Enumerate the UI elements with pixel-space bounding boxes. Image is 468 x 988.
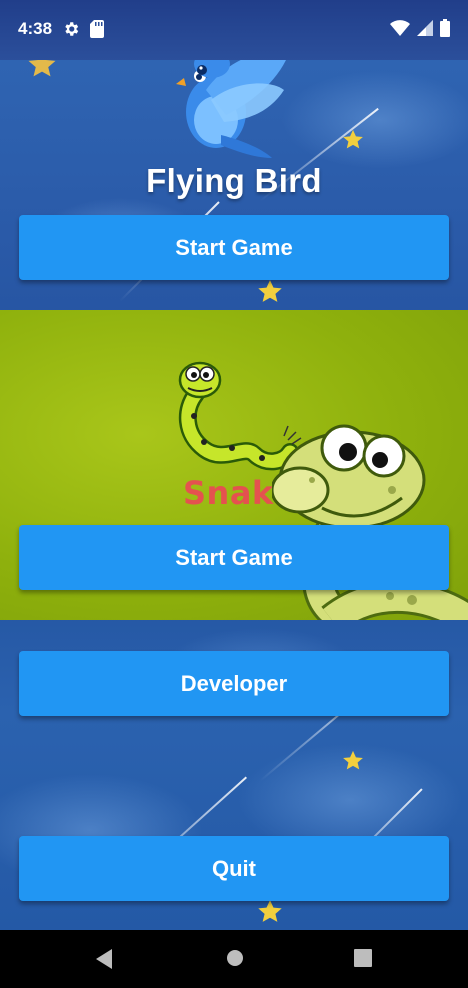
developer-button[interactable]: Developer: [19, 651, 449, 716]
start-snake-label: Start Game: [175, 544, 293, 570]
wifi-icon: [390, 20, 410, 36]
battery-icon: [440, 19, 450, 37]
star-icon: [258, 280, 282, 302]
status-right-icons: [390, 19, 450, 37]
star-icon: [258, 900, 282, 922]
status-bar: 4:38: [0, 0, 468, 60]
start-flying-bird-button[interactable]: Start Game: [19, 215, 449, 280]
developer-label: Developer: [180, 670, 288, 696]
start-flying-bird-label: Start Game: [175, 234, 293, 260]
quit-button[interactable]: Quit: [19, 836, 449, 901]
start-snake-button[interactable]: Start Game: [19, 525, 449, 590]
star-icon: [343, 750, 363, 770]
gear-icon: [65, 22, 79, 36]
large-snake-icon: [272, 424, 468, 620]
star-icon: [343, 129, 363, 149]
quit-label: Quit: [212, 855, 256, 881]
signal-icon: [417, 20, 433, 36]
status-left-icons: [62, 20, 104, 38]
status-time: 4:38: [18, 19, 53, 38]
navigation-bar: [0, 930, 468, 988]
app-title: Flying Bird: [146, 162, 322, 199]
sd-card-icon: [90, 20, 104, 38]
home-icon[interactable]: [225, 948, 245, 968]
recents-icon[interactable]: [354, 948, 372, 968]
back-icon[interactable]: [94, 948, 114, 970]
